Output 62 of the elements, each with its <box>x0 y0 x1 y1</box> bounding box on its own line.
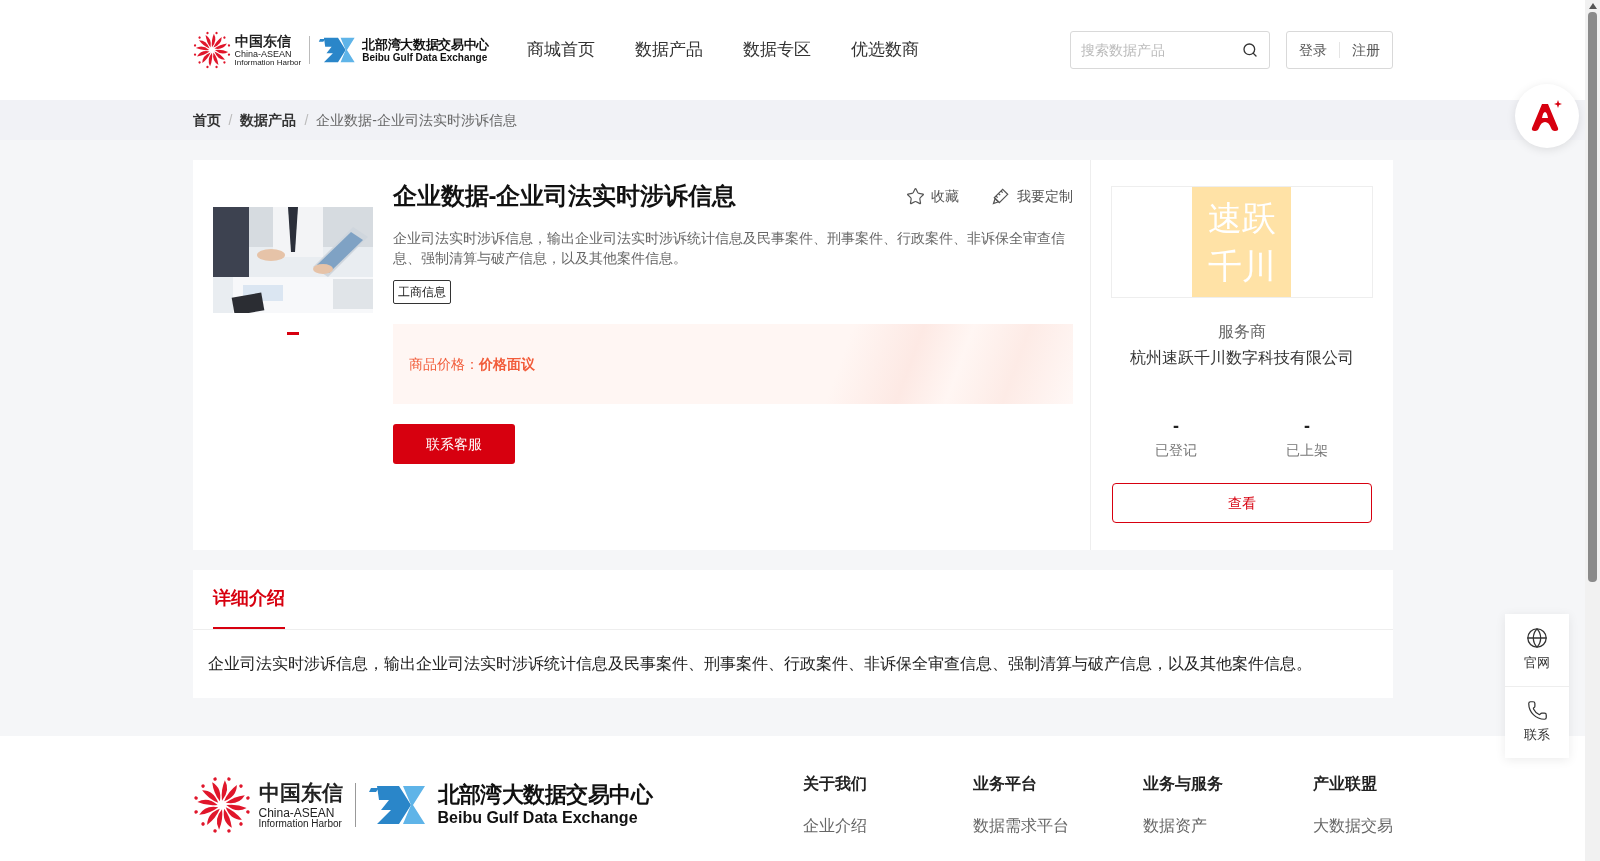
category-tag: 工商信息 <box>392 280 451 304</box>
nav-link[interactable]: 商城首页 <box>526 37 595 63</box>
stat-label: 已上架 <box>1286 441 1328 460</box>
logo-text: Beibu Gulf Data Exchange <box>437 810 639 826</box>
logo-text: 速跃 <box>1207 198 1276 239</box>
scrollbar[interactable] <box>1585 0 1600 861</box>
auth-link[interactable]: 注册 <box>1351 39 1380 61</box>
price-label: 商品价格： <box>408 354 479 374</box>
logo-text: 中国东信 <box>258 781 343 803</box>
nav-link[interactable]: 数据专区 <box>742 37 811 63</box>
flower-logo-icon <box>192 776 251 834</box>
provider-name: 杭州速跃千川数字科技有限公司 <box>1129 348 1354 368</box>
detail-text: 企业司法实时涉诉信息，输出企业司法实时涉诉统计信息及民事案件、刑事案件、行政案件、非诉保全审查信息、强制清算与破产信息，以及其他案件信息。 <box>206 654 1313 674</box>
logo-text: 中国东信 <box>234 33 292 48</box>
logo-text: 千川 <box>1207 246 1276 287</box>
sparkle-letter-icon <box>1530 100 1564 132</box>
float-panel-item[interactable]: 联系 <box>1505 686 1569 758</box>
footer-link[interactable]: 数据需求平台 <box>972 814 1069 838</box>
footer-heading: 业务与服务 <box>1142 774 1223 794</box>
footer-link[interactable]: 数据资产 <box>1142 814 1207 838</box>
logo-text: 北部湾大数据交易中心 <box>362 37 489 51</box>
price-value: 价格面议 <box>478 354 535 374</box>
action-button[interactable]: 收藏 <box>905 185 959 207</box>
logo-text: Information Harbor <box>258 818 343 829</box>
detail-tab[interactable]: 详细介绍 <box>212 570 285 629</box>
current-page-label: 企业数据-企业司法实时涉诉信息 <box>316 110 517 130</box>
view-button[interactable]: 查看 <box>1111 483 1372 523</box>
scroll-up-arrow-icon[interactable] <box>1588 3 1597 9</box>
stat-value: - <box>1173 416 1179 436</box>
logo-text: Information Harbor <box>234 58 302 67</box>
logo-text: Beibu Gulf Data Exchange <box>362 52 489 63</box>
breadcrumb-link[interactable]: 数据产品 <box>240 109 297 131</box>
footer-heading: 业务平台 <box>972 774 1037 794</box>
phone-icon <box>1526 700 1548 722</box>
footer-heading: 产业联盟 <box>1312 774 1377 794</box>
slide-indicator[interactable] <box>286 332 299 335</box>
breadcrumb-separator: / <box>228 110 233 130</box>
footer-link[interactable]: 企业介绍 <box>802 814 867 838</box>
nav-link[interactable]: 数据产品 <box>634 37 703 63</box>
action-button[interactable]: 我要定制 <box>990 185 1073 207</box>
search-field[interactable]: 搜索数据产品 <box>1069 31 1270 69</box>
product-title: 企业数据-企业司法实时涉诉信息 <box>392 181 737 211</box>
nav-link[interactable]: 优选数商 <box>850 37 919 63</box>
logo-text: 北部湾大数据交易中心 <box>437 784 652 806</box>
search-icon[interactable] <box>1241 42 1258 58</box>
product-description: 企业司法实时涉诉信息，输出企业司法实时涉诉统计信息及民事案件、刑事案件、行政案件、非诉保全审查信息、强制清算与破产信息，以及其他案件信息。 <box>392 229 1066 268</box>
footer-link[interactable]: 大数据交易 <box>1312 814 1393 838</box>
pencil-ruler-icon <box>990 186 1011 206</box>
stat-label: 已登记 <box>1155 441 1197 460</box>
provider-role: 服务商 <box>1217 322 1266 342</box>
flower-logo-icon <box>192 31 231 69</box>
stat-value: - <box>1304 416 1310 436</box>
logo-text: China-ASEAN <box>234 49 293 59</box>
globe-icon <box>1526 627 1548 650</box>
star-icon <box>905 186 925 206</box>
breadcrumb-link[interactable]: 首页 <box>192 109 221 131</box>
auth-link[interactable]: 登录 <box>1298 39 1327 61</box>
contact-button[interactable]: 联系客服 <box>392 424 515 464</box>
breadcrumb-separator: / <box>304 110 309 130</box>
logo-text: China-ASEAN <box>258 806 335 819</box>
footer-heading: 关于我们 <box>802 774 867 794</box>
float-panel-item[interactable]: 官网 <box>1505 614 1569 686</box>
